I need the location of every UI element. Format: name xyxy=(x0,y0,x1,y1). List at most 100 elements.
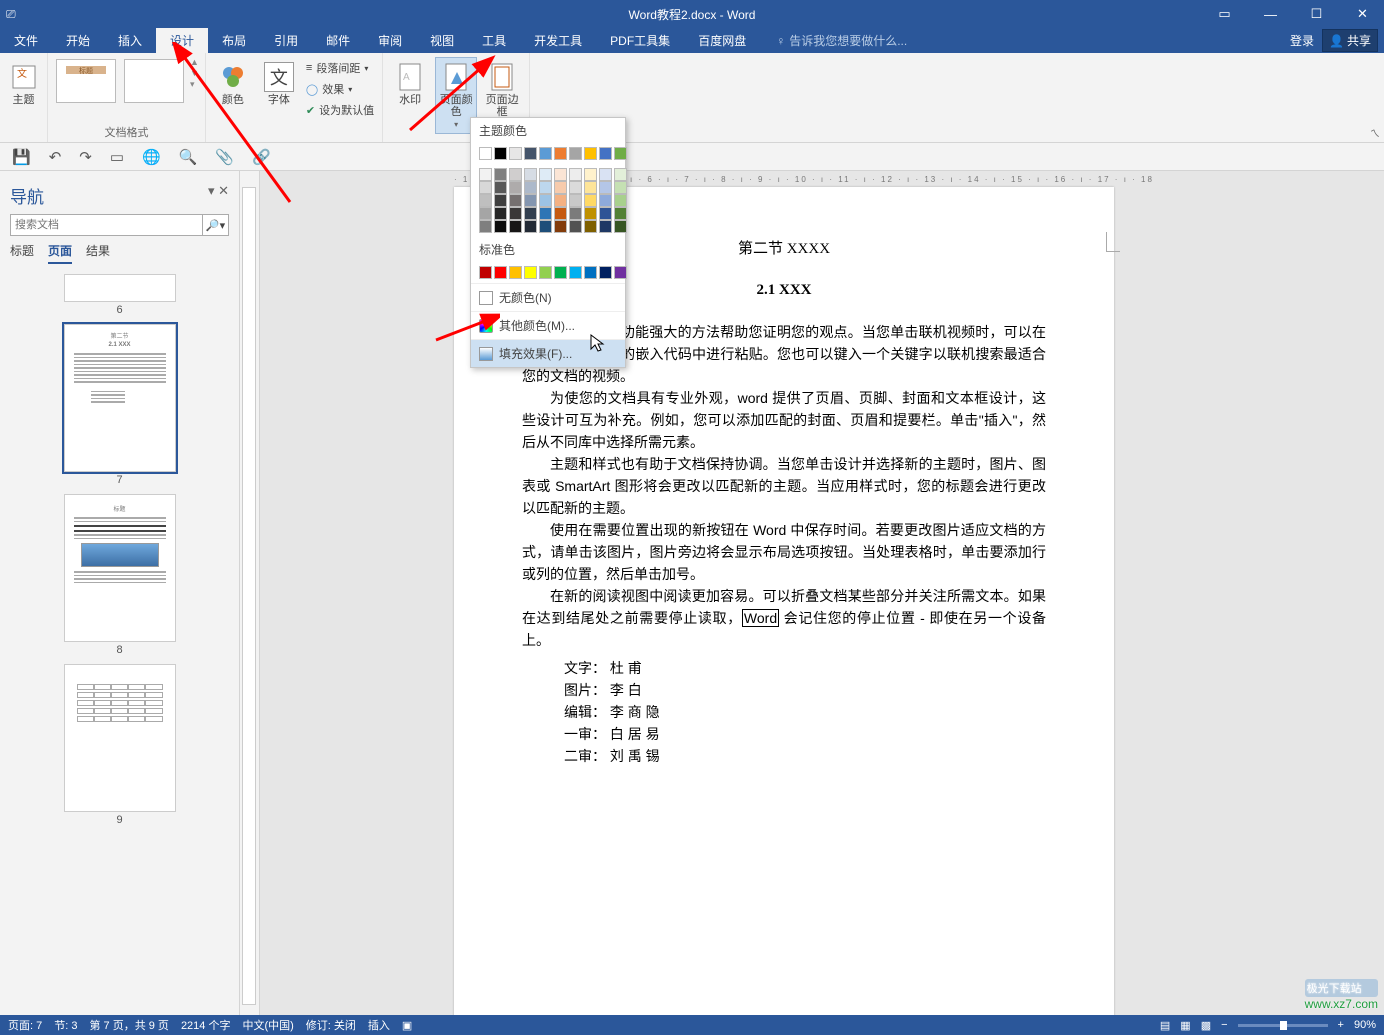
color-swatch[interactable] xyxy=(599,266,612,279)
tab-view[interactable]: 视图 xyxy=(416,28,468,53)
tab-layout[interactable]: 布局 xyxy=(208,28,260,53)
nav-tab-headings[interactable]: 标题 xyxy=(10,242,34,264)
status-section[interactable]: 节: 3 xyxy=(54,1017,77,1033)
color-swatch[interactable] xyxy=(494,220,507,233)
redo-icon[interactable]: ↷ xyxy=(79,148,92,166)
color-swatch[interactable] xyxy=(554,194,567,207)
color-swatch[interactable] xyxy=(584,220,597,233)
view-print-icon[interactable]: ▦ xyxy=(1180,1019,1190,1032)
color-swatch[interactable] xyxy=(509,194,522,207)
open-icon[interactable]: 🌐 xyxy=(142,148,161,166)
color-swatch[interactable] xyxy=(569,266,582,279)
tab-references[interactable]: 引用 xyxy=(260,28,312,53)
print-preview-icon[interactable]: 🔍 xyxy=(179,148,198,166)
attach-icon[interactable]: 📎 xyxy=(215,148,234,166)
color-swatch[interactable] xyxy=(584,194,597,207)
tab-file[interactable]: 文件 xyxy=(0,28,52,53)
color-swatch[interactable] xyxy=(614,220,627,233)
new-icon[interactable]: ▭ xyxy=(110,148,124,166)
link-icon[interactable]: 🔗 xyxy=(252,148,271,166)
view-web-icon[interactable]: ▩ xyxy=(1201,1019,1211,1032)
vertical-ruler[interactable] xyxy=(240,171,260,1015)
ribbon-display-icon[interactable]: ▭ xyxy=(1203,0,1246,28)
color-swatch[interactable] xyxy=(569,207,582,220)
color-swatch[interactable] xyxy=(599,147,612,160)
tab-home[interactable]: 开始 xyxy=(52,28,104,53)
doc-format-thumb-1[interactable]: 标题 xyxy=(56,59,116,103)
page-thumb-6[interactable] xyxy=(64,274,176,302)
tell-me[interactable]: ♀ 告诉我您想要做什么... xyxy=(776,28,907,53)
nav-tab-results[interactable]: 结果 xyxy=(86,242,110,264)
view-read-icon[interactable]: ▤ xyxy=(1160,1019,1170,1032)
color-swatch[interactable] xyxy=(539,266,552,279)
color-swatch[interactable] xyxy=(614,181,627,194)
nav-search-button[interactable]: 🔎▾ xyxy=(203,214,229,236)
color-swatch[interactable] xyxy=(494,181,507,194)
status-insert[interactable]: 插入 xyxy=(368,1017,390,1033)
color-swatch[interactable] xyxy=(479,194,492,207)
color-swatch[interactable] xyxy=(539,194,552,207)
color-swatch[interactable] xyxy=(614,147,627,160)
tab-tools[interactable]: 工具 xyxy=(468,28,520,53)
tab-mailings[interactable]: 邮件 xyxy=(312,28,364,53)
color-swatch[interactable] xyxy=(569,147,582,160)
tab-insert[interactable]: 插入 xyxy=(104,28,156,53)
color-swatch[interactable] xyxy=(524,207,537,220)
zoom-out-button[interactable]: − xyxy=(1221,1019,1227,1031)
color-swatch[interactable] xyxy=(479,181,492,194)
color-swatch[interactable] xyxy=(569,168,582,181)
color-swatch[interactable] xyxy=(554,266,567,279)
color-swatch[interactable] xyxy=(584,147,597,160)
color-swatch[interactable] xyxy=(584,207,597,220)
color-swatch[interactable] xyxy=(569,194,582,207)
tab-pdf[interactable]: PDF工具集 xyxy=(596,28,684,53)
color-swatch[interactable] xyxy=(554,207,567,220)
color-swatch[interactable] xyxy=(524,266,537,279)
effects-button[interactable]: ◯效果▾ xyxy=(304,80,376,98)
close-button[interactable]: ✕ xyxy=(1341,0,1384,28)
color-swatch[interactable] xyxy=(614,194,627,207)
color-swatch[interactable] xyxy=(524,168,537,181)
color-swatch[interactable] xyxy=(599,168,612,181)
nav-close-button[interactable]: ▾ ✕ xyxy=(208,183,229,208)
color-swatch[interactable] xyxy=(614,266,627,279)
color-swatch[interactable] xyxy=(509,181,522,194)
undo-icon[interactable]: ↶ xyxy=(49,148,62,166)
horizontal-ruler[interactable]: · 1 · ı · 2 · ı · 3 · ı · 4 · ı · 5 · ı … xyxy=(260,171,1384,187)
status-macro-icon[interactable]: ▣ xyxy=(402,1019,412,1032)
status-track[interactable]: 修订: 关闭 xyxy=(306,1017,356,1033)
color-swatch[interactable] xyxy=(584,181,597,194)
page-thumb-7[interactable]: 第二节 2.1 XXX xyxy=(64,324,176,472)
maximize-button[interactable]: ☐ xyxy=(1295,0,1338,28)
status-page-of[interactable]: 第 7 页，共 9 页 xyxy=(89,1017,168,1033)
tab-review[interactable]: 审阅 xyxy=(364,28,416,53)
color-swatch[interactable] xyxy=(599,207,612,220)
gallery-scroll[interactable]: ▲▼▾ xyxy=(190,57,199,90)
color-swatch[interactable] xyxy=(584,266,597,279)
color-swatch[interactable] xyxy=(494,266,507,279)
doc-format-thumb-2[interactable] xyxy=(124,59,184,103)
color-swatch[interactable] xyxy=(494,207,507,220)
watermark-button[interactable]: A 水印 xyxy=(389,57,431,111)
no-color-option[interactable]: 无颜色(N) xyxy=(471,283,625,311)
more-colors-option[interactable]: 其他颜色(M)... xyxy=(471,311,625,339)
color-swatch[interactable] xyxy=(599,181,612,194)
color-swatch[interactable] xyxy=(494,147,507,160)
color-swatch[interactable] xyxy=(614,168,627,181)
color-swatch[interactable] xyxy=(584,168,597,181)
color-swatch[interactable] xyxy=(554,220,567,233)
color-swatch[interactable] xyxy=(539,181,552,194)
color-swatch[interactable] xyxy=(539,168,552,181)
status-page[interactable]: 页面: 7 xyxy=(8,1017,42,1033)
color-swatch[interactable] xyxy=(569,181,582,194)
save-icon[interactable]: 💾 xyxy=(12,148,31,166)
nav-tab-pages[interactable]: 页面 xyxy=(48,242,72,264)
collapse-ribbon-button[interactable]: ㄟ xyxy=(1370,125,1380,140)
color-swatch[interactable] xyxy=(509,147,522,160)
color-swatch[interactable] xyxy=(539,220,552,233)
color-swatch[interactable] xyxy=(599,194,612,207)
zoom-level[interactable]: 90% xyxy=(1354,1019,1376,1031)
color-swatch[interactable] xyxy=(569,220,582,233)
color-swatch[interactable] xyxy=(554,147,567,160)
color-swatch[interactable] xyxy=(479,266,492,279)
